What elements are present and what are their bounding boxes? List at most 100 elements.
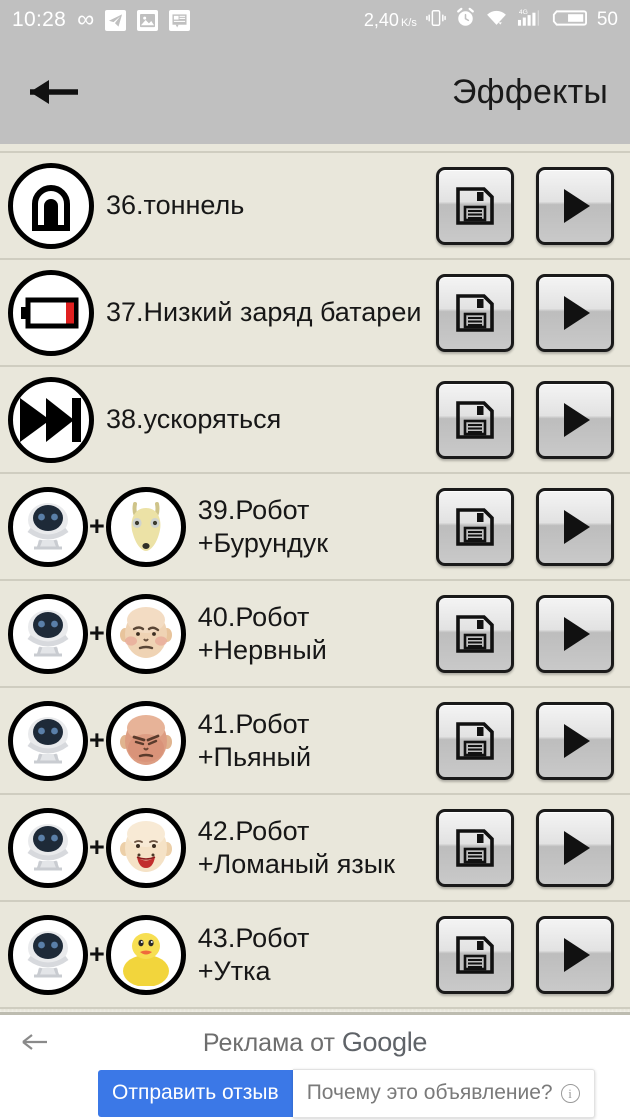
row-icons: + <box>8 914 186 995</box>
list-item[interactable]: 38.ускоряться <box>0 367 630 474</box>
robot-icon <box>8 700 88 781</box>
tunnel-icon <box>8 162 94 249</box>
row-buttons <box>436 701 614 780</box>
save-button[interactable] <box>436 487 514 566</box>
battery-icon <box>551 8 587 33</box>
plus-symbol: + <box>89 725 105 755</box>
send-feedback-button[interactable]: Отправить отзыв <box>98 1070 293 1117</box>
effect-label: 40.Робот +Нервный <box>197 601 327 665</box>
row-icons <box>8 162 94 249</box>
play-button[interactable] <box>536 166 614 245</box>
row-buttons <box>436 594 614 673</box>
list-item[interactable]: + 41.Робот +Пьяный <box>0 688 630 795</box>
robot-icon <box>8 914 88 995</box>
back-arrow-icon[interactable] <box>28 72 84 112</box>
plus-symbol: + <box>89 939 105 969</box>
row-buttons <box>436 808 614 887</box>
save-button[interactable] <box>436 166 514 245</box>
list-item[interactable] <box>0 144 630 153</box>
plus-symbol: + <box>89 511 105 541</box>
list-item[interactable]: 36.тоннель <box>0 153 630 260</box>
ad-actions: Отправить отзыв Почему это объявление? i <box>0 1069 630 1118</box>
why-this-ad-label: Почему это объявление? <box>306 1081 553 1104</box>
save-button[interactable] <box>436 594 514 673</box>
effect-label: 37.Низкий заряд батареи <box>106 297 422 328</box>
row-icons: + <box>8 593 186 674</box>
play-button[interactable] <box>536 487 614 566</box>
effects-list[interactable]: 36.тоннель 37.Низкий заряд батареи 38.ус… <box>0 144 630 1012</box>
fast-forward-icon <box>8 376 94 463</box>
play-button[interactable] <box>536 273 614 352</box>
data-speed-unit: K/s <box>400 16 417 29</box>
row-buttons <box>436 166 614 245</box>
status-bar-right: 2,40 K/s 4G 50 <box>364 7 618 34</box>
signal-4g-icon: 4G <box>517 7 542 34</box>
list-item[interactable]: + 43.Робот +Утка <box>0 902 630 1009</box>
duck-icon <box>105 914 186 995</box>
plus-symbol: + <box>89 832 105 862</box>
data-speed-indicator: 2,40 K/s <box>364 10 417 31</box>
play-button[interactable] <box>536 594 614 673</box>
ad-title-prefix: Реклама от <box>202 1028 342 1057</box>
info-icon: i <box>560 1083 580 1103</box>
drunk-face-icon <box>105 700 186 781</box>
row-buttons <box>436 487 614 566</box>
save-button[interactable] <box>436 380 514 459</box>
nervous-face-icon <box>105 593 186 674</box>
news-icon <box>169 9 191 31</box>
chipmunk-icon <box>105 486 186 567</box>
wifi-icon <box>485 8 508 33</box>
play-button[interactable] <box>536 915 614 994</box>
ad-back-arrow-icon[interactable] <box>18 1025 52 1059</box>
status-bar: 10:28 ∞ 2,40 K/s 4G 50 <box>0 0 630 40</box>
plus-symbol: + <box>89 618 105 648</box>
robot-icon <box>8 486 88 567</box>
robot-icon <box>8 807 88 888</box>
row-icons <box>8 376 94 463</box>
infinity-icon: ∞ <box>77 6 95 33</box>
data-speed-value: 2,40 <box>363 9 399 30</box>
robot-icon <box>8 593 88 674</box>
why-this-ad-button[interactable]: Почему это объявление? i <box>292 1069 595 1118</box>
row-buttons <box>436 273 614 352</box>
ad-header: Реклама от Google <box>0 1015 630 1069</box>
effect-label: 41.Робот +Пьяный <box>197 708 312 772</box>
row-icons: + <box>8 486 186 567</box>
battery-level: 50 <box>596 9 618 30</box>
effect-label: 38.ускоряться <box>106 404 282 435</box>
status-bar-left: 10:28 ∞ <box>12 6 191 33</box>
row-buttons <box>436 380 614 459</box>
save-button[interactable] <box>436 273 514 352</box>
svg-text:4G: 4G <box>519 9 528 16</box>
vibrate-icon <box>426 8 446 33</box>
play-button[interactable] <box>536 380 614 459</box>
alarm-icon <box>455 7 476 33</box>
page-title: Эффекты <box>452 72 608 111</box>
list-item[interactable]: 37.Низкий заряд батареи <box>0 260 630 367</box>
row-icons <box>8 269 94 356</box>
telegram-icon <box>105 9 127 31</box>
status-clock: 10:28 <box>12 8 67 31</box>
row-icons: + <box>8 807 186 888</box>
row-icons: + <box>8 700 186 781</box>
save-button[interactable] <box>436 808 514 887</box>
effect-label: 39.Робот +Бурундук <box>197 494 329 558</box>
list-item[interactable]: + 39.Робот +Бурундук <box>0 474 630 581</box>
row-buttons <box>436 915 614 994</box>
app-bar: Эффекты <box>0 40 630 144</box>
effect-label: 43.Робот +Утка <box>197 922 310 986</box>
low-battery-icon <box>8 269 94 356</box>
google-ad-bar: Реклама от Google Отправить отзыв Почему… <box>0 1012 630 1120</box>
tongue-face-icon <box>105 807 186 888</box>
ad-title: Реклама от Google <box>0 1027 630 1058</box>
save-button[interactable] <box>436 915 514 994</box>
save-button[interactable] <box>436 701 514 780</box>
effect-label: 36.тоннель <box>106 190 245 221</box>
gallery-icon <box>137 9 159 31</box>
google-brand: Google <box>341 1026 428 1057</box>
list-item[interactable]: + 42.Робот +Ломаный язык <box>0 795 630 902</box>
list-item[interactable]: + 40.Робот +Нервный <box>0 581 630 688</box>
play-button[interactable] <box>536 701 614 780</box>
play-button[interactable] <box>536 808 614 887</box>
effect-label: 42.Робот +Ломаный язык <box>197 815 395 879</box>
